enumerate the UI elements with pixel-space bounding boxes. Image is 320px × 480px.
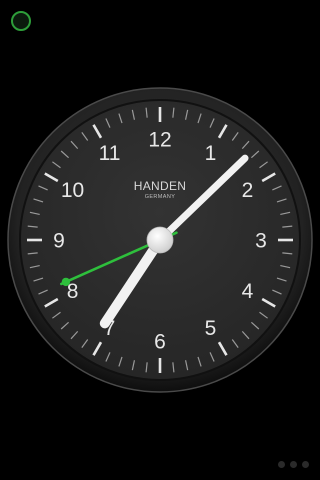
hour-numeral: 9 — [53, 230, 65, 253]
brand-sublabel: GERMANY — [145, 194, 176, 200]
center-cap — [146, 226, 174, 254]
hour-numeral: 5 — [205, 317, 217, 340]
green-ring-icon[interactable] — [11, 11, 31, 31]
hour-numeral: 3 — [255, 230, 267, 253]
hour-numeral: 4 — [242, 280, 254, 303]
brand-label: HANDEN — [134, 179, 186, 193]
hour-numeral: 6 — [154, 331, 166, 354]
page-dot[interactable] — [278, 461, 285, 468]
page-indicator[interactable] — [278, 461, 309, 468]
second-hand-tip — [61, 277, 71, 287]
hour-numeral: 2 — [242, 179, 254, 202]
clock-screen: 12 1 2 3 4 5 6 7 8 9 10 11 HANDEN GERMANY — [0, 0, 320, 480]
hour-numeral: 10 — [61, 179, 84, 202]
hour-numeral: 12 — [148, 129, 171, 152]
hour-numeral: 1 — [205, 142, 217, 165]
analog-clock: 121234567891011 HANDEN GERMANY — [7, 87, 313, 393]
page-dot[interactable] — [290, 461, 297, 468]
hour-numeral: 11 — [99, 142, 121, 165]
page-dot[interactable] — [302, 461, 309, 468]
